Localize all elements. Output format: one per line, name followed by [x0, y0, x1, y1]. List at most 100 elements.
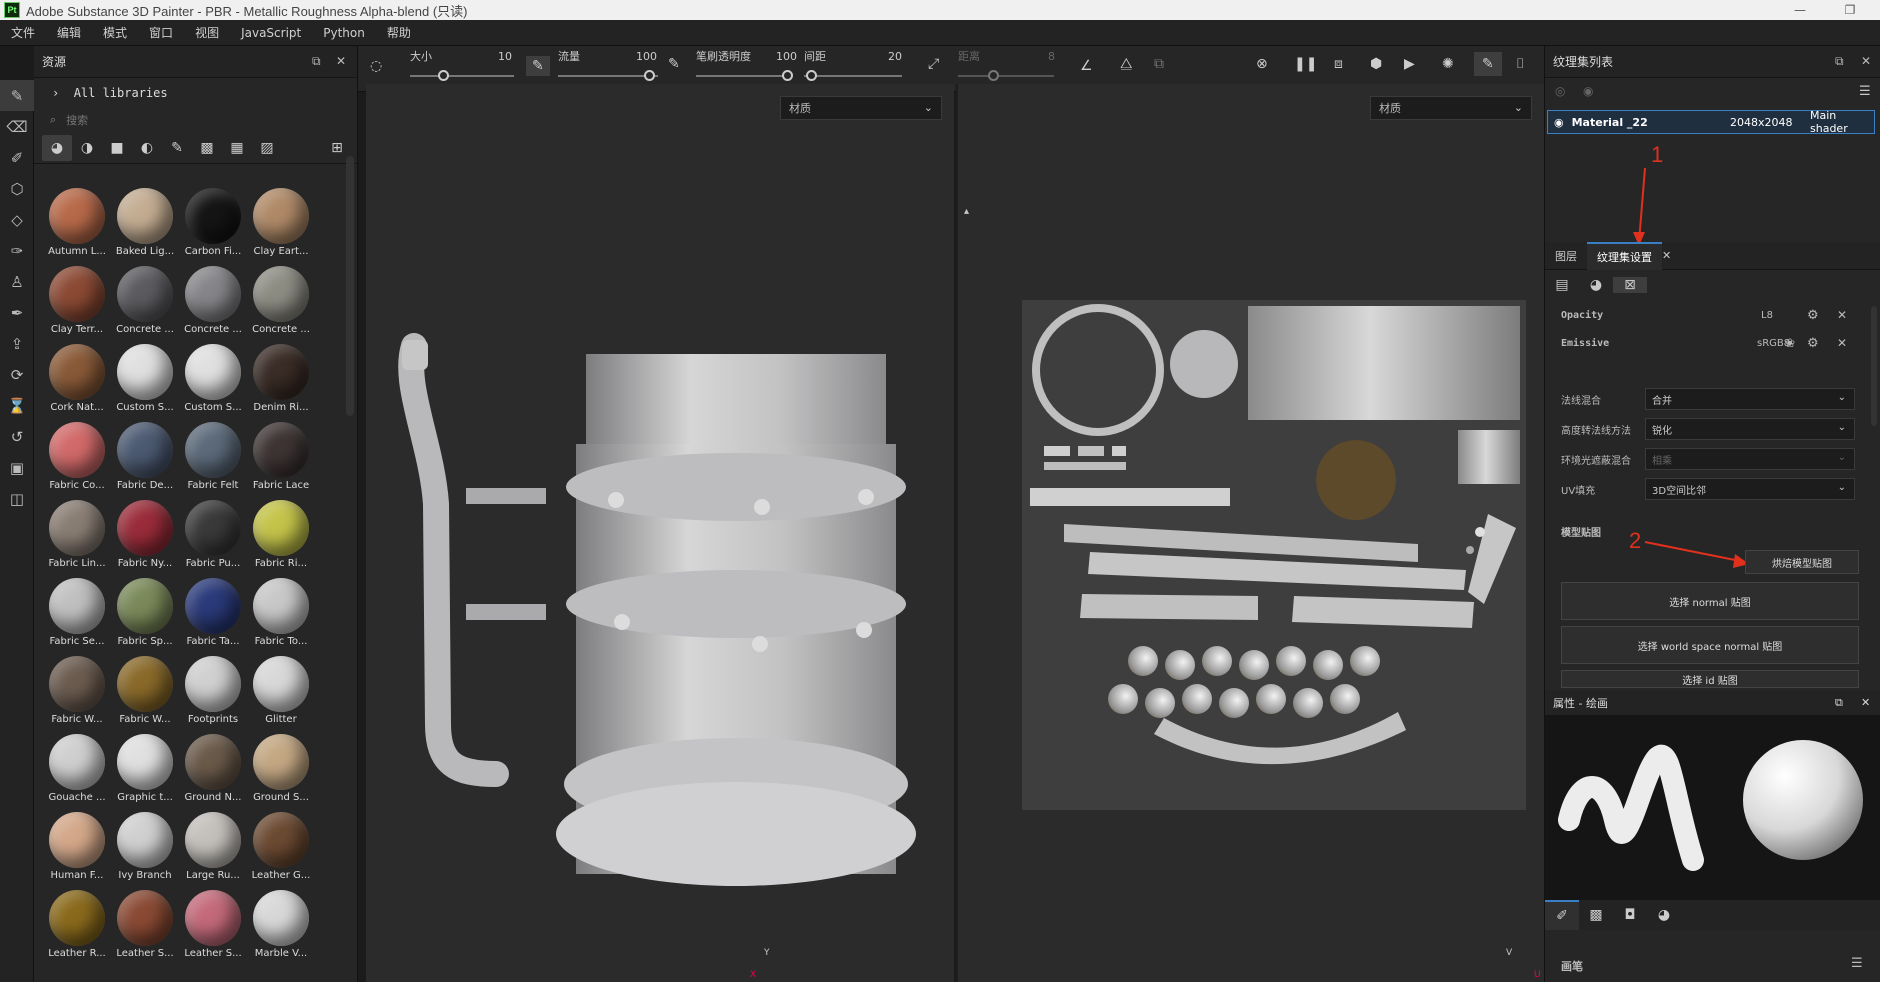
asset-thumbnail[interactable]: Leather S... — [112, 888, 178, 966]
filter-procedurals-icon[interactable]: ◐ — [132, 135, 162, 161]
asset-thumbnail[interactable]: Marble V... — [248, 888, 314, 966]
height-normal-select[interactable]: 锐化 ⌄ — [1645, 418, 1855, 440]
viewport-2d[interactable]: 材质 ⌄ ▴ V U — [956, 84, 1544, 982]
symmetry-icon[interactable]: ⧋ — [1120, 56, 1133, 72]
asset-thumbnail[interactable]: Fabric Pu... — [180, 498, 246, 576]
flow-slider-knob[interactable] — [644, 70, 655, 81]
asset-thumbnail[interactable]: Ivy Branch — [112, 810, 178, 888]
filter-environments-icon[interactable]: ▨ — [252, 135, 282, 161]
size-slider-knob[interactable] — [438, 70, 449, 81]
uv-map[interactable] — [958, 84, 1546, 982]
light-icon[interactable]: ✺ — [1442, 56, 1454, 72]
asset-thumbnail[interactable]: Fabric Felt — [180, 420, 246, 498]
camera-icon[interactable]: ▶ — [1404, 56, 1415, 72]
minimize-button[interactable]: — — [1780, 0, 1820, 20]
asset-thumbnail[interactable]: Concrete ... — [180, 264, 246, 342]
ao-mix-select[interactable]: 相乘 ⌄ — [1645, 448, 1855, 470]
opacity-pressure-icon[interactable]: ✎ — [668, 56, 680, 72]
paint-mode-icon[interactable]: ✎ — [1474, 52, 1502, 76]
asset-thumbnail[interactable]: Autumn L... — [44, 186, 110, 264]
brush-menu-icon[interactable]: ☰ — [1851, 956, 1863, 971]
asset-thumbnail[interactable]: Concrete ... — [248, 264, 314, 342]
filter-alphas-icon[interactable]: ▦ — [222, 135, 252, 161]
paint-brush-icon[interactable]: ✎ — [0, 80, 34, 111]
brush-opacity-slider[interactable] — [696, 75, 792, 77]
clone-stamp-icon[interactable]: ♙ — [0, 266, 34, 297]
asset-thumbnail[interactable]: Fabric Ny... — [112, 498, 178, 576]
asset-thumbnail[interactable]: Cork Nat... — [44, 342, 110, 420]
alpha-tab-icon[interactable]: ▩ — [1579, 900, 1613, 930]
filter-brushes-icon[interactable]: ✎ — [162, 135, 192, 161]
export-icon[interactable]: ⇪ — [0, 328, 34, 359]
asset-thumbnail[interactable]: Fabric W... — [112, 654, 178, 732]
asset-thumbnail[interactable]: Fabric Lin... — [44, 498, 110, 576]
history-icon[interactable]: ↺ — [0, 421, 34, 452]
uv-padding-select[interactable]: 3D空间比邻 ⌄ — [1645, 478, 1855, 500]
mug-model[interactable] — [366, 84, 954, 982]
menu-file[interactable]: 文件 — [0, 24, 46, 41]
color-picker-icon[interactable]: ✒ — [0, 297, 34, 328]
spacing-slider[interactable] — [804, 75, 902, 77]
color-profile-icon[interactable]: ❀ — [1785, 336, 1795, 350]
size-slider[interactable] — [410, 75, 514, 77]
tab-layers[interactable]: 图层 — [1545, 242, 1587, 270]
select-id-map-button[interactable]: 选择 id 贴图 — [1561, 670, 1859, 688]
asset-thumbnail[interactable]: Concrete ... — [112, 264, 178, 342]
channels-icon[interactable]: ▤ — [1545, 277, 1579, 293]
menu-view[interactable]: 视图 — [184, 24, 230, 41]
asset-thumbnail[interactable]: Fabric Co... — [44, 420, 110, 498]
material-tab-icon[interactable]: ◕ — [1647, 900, 1681, 930]
asset-thumbnail[interactable]: Human F... — [44, 810, 110, 888]
close-tab-icon[interactable]: ✕ — [1662, 249, 1671, 262]
asset-thumbnail[interactable]: Fabric De... — [112, 420, 178, 498]
distance-slider-knob[interactable] — [988, 70, 999, 81]
asset-thumbnail[interactable]: Fabric Sp... — [112, 576, 178, 654]
asset-thumbnail[interactable]: Baked Lig... — [112, 186, 178, 264]
asset-thumbnail[interactable]: Footprints — [180, 654, 246, 732]
gear-icon[interactable]: ⚙ — [1807, 308, 1819, 323]
search-input[interactable] — [66, 113, 267, 127]
assets-scrollbar[interactable] — [346, 156, 354, 416]
cube-view-icon[interactable]: ⬢ — [1370, 56, 1382, 72]
mirror-icon[interactable]: ⧉ — [1154, 56, 1164, 72]
asset-thumbnail[interactable]: Clay Eart... — [248, 186, 314, 264]
asset-thumbnail[interactable]: Carbon Fi... — [180, 186, 246, 264]
library-selector[interactable]: › All libraries — [34, 78, 357, 108]
channel-dropdown-2d[interactable]: 材质 ⌄ — [1370, 96, 1532, 120]
pause-icon[interactable]: ❚❚ — [1294, 56, 1317, 72]
close-icon[interactable]: ✕ — [1861, 696, 1870, 709]
asset-thumbnail[interactable]: Glitter — [248, 654, 314, 732]
asset-thumbnail[interactable]: Fabric Ri... — [248, 498, 314, 576]
remove-channel-icon[interactable]: ✕ — [1837, 308, 1847, 322]
shelf-icon[interactable]: ◫ — [0, 483, 34, 514]
normal-mix-select[interactable]: 合并 ⌄ — [1645, 388, 1855, 410]
menu-javascript[interactable]: JavaScript — [230, 26, 312, 40]
asset-thumbnail[interactable]: Ground N... — [180, 732, 246, 810]
brush-opacity-knob[interactable] — [782, 70, 793, 81]
asset-thumbnail[interactable]: Denim Ri... — [248, 342, 314, 420]
pen-pressure-icon[interactable]: ✎ — [526, 56, 550, 76]
asset-thumbnail[interactable]: Clay Terr... — [44, 264, 110, 342]
asset-thumbnail[interactable]: Fabric To... — [248, 576, 314, 654]
disable-overlay-icon[interactable]: ⊗ — [1256, 56, 1268, 72]
select-world-normal-button[interactable]: 选择 world space normal 贴图 — [1561, 626, 1859, 664]
asset-thumbnail[interactable]: Fabric Ta... — [180, 576, 246, 654]
tab-texture-set-settings[interactable]: 纹理集设置 — [1587, 241, 1662, 270]
channel-dropdown-3d[interactable]: 材质 ⌄ — [780, 96, 942, 120]
asset-thumbnail[interactable]: Fabric Se... — [44, 576, 110, 654]
asset-thumbnail[interactable]: Leather S... — [180, 888, 246, 966]
asset-thumbnail[interactable]: Large Ru... — [180, 810, 246, 888]
menu-window[interactable]: 窗口 — [138, 24, 184, 41]
display-settings-icon[interactable]: ▣ — [0, 452, 34, 483]
smudge-icon[interactable]: ✑ — [0, 235, 34, 266]
spacing-slider-knob[interactable] — [806, 70, 817, 81]
brush-tab-icon[interactable]: ✐ — [1545, 900, 1579, 930]
screenshot-icon[interactable]: ⌷ — [1516, 56, 1524, 72]
geometry-mask-icon[interactable]: ⬡ — [0, 173, 34, 204]
asset-thumbnail[interactable]: Custom S... — [180, 342, 246, 420]
restore-button[interactable]: ❐ — [1830, 0, 1870, 20]
asset-thumbnail[interactable]: Fabric W... — [44, 654, 110, 732]
viewport-3d[interactable]: 材质 ⌄ Y X — [366, 84, 954, 982]
bake-mesh-maps-button[interactable]: 烘焙模型贴图 — [1745, 550, 1859, 574]
asset-thumbnail[interactable]: Leather G... — [248, 810, 314, 888]
